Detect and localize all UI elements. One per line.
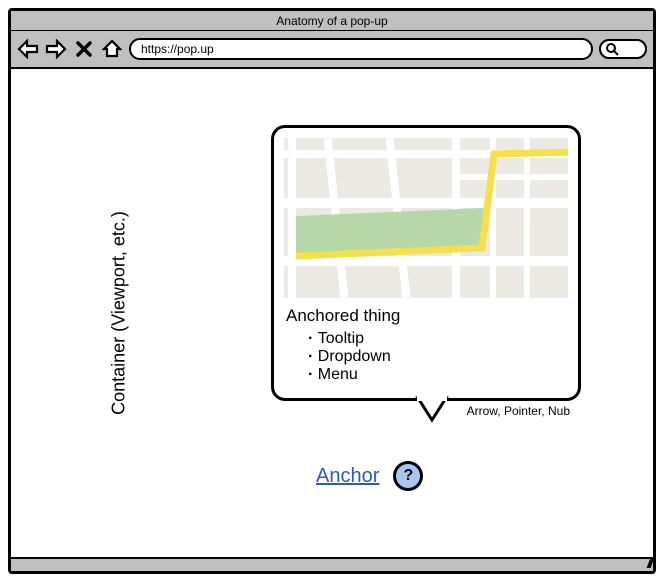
- forward-icon[interactable]: [45, 38, 67, 60]
- nub-label: Arrow, Pointer, Nub: [467, 404, 570, 418]
- browser-window: Anatomy of a pop-up https://pop.up Conta…: [8, 8, 656, 574]
- container-label: Container (Viewport, etc.): [108, 211, 129, 415]
- list-item: Tooltip: [308, 330, 568, 348]
- search-icon: [605, 42, 619, 56]
- anchor-link[interactable]: Anchor: [316, 465, 379, 488]
- list-item: Menu: [308, 366, 568, 384]
- popup-list: Tooltip Dropdown Menu: [308, 330, 568, 384]
- browser-toolbar: https://pop.up: [11, 31, 653, 69]
- help-glyph: ?: [403, 467, 413, 485]
- window-title-text: Anatomy of a pop-up: [276, 14, 387, 28]
- viewport-container: Container (Viewport, etc.): [11, 69, 653, 557]
- status-bar: ///: [11, 557, 653, 571]
- popup-nub: [414, 396, 450, 422]
- url-input[interactable]: https://pop.up: [129, 38, 593, 60]
- stop-icon[interactable]: [73, 38, 95, 60]
- back-icon[interactable]: [17, 38, 39, 60]
- list-item: Dropdown: [308, 348, 568, 366]
- help-icon[interactable]: ?: [393, 461, 423, 491]
- search-pill[interactable]: [599, 39, 647, 59]
- url-text: https://pop.up: [141, 40, 214, 58]
- map-illustration: [284, 138, 568, 298]
- home-icon[interactable]: [101, 38, 123, 60]
- window-title: Anatomy of a pop-up: [11, 11, 653, 31]
- anchor-row: Anchor ?: [316, 461, 423, 491]
- popup: Anchored thing Tooltip Dropdown Menu Arr…: [271, 125, 581, 401]
- popup-title: Anchored thing: [286, 306, 568, 326]
- resize-grip-icon[interactable]: ///: [647, 557, 651, 571]
